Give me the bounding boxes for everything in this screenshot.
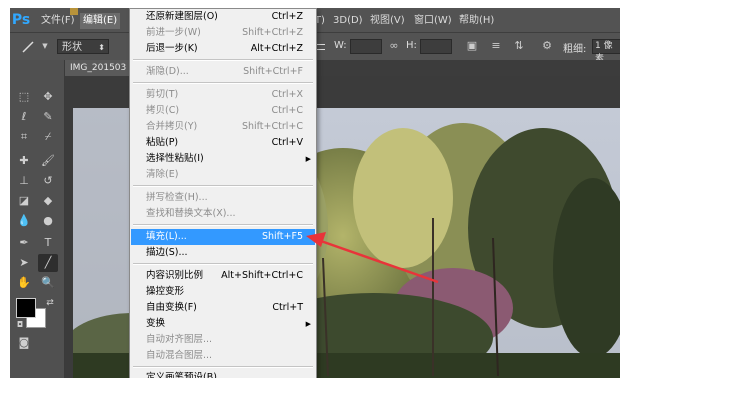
annotation-arrow: [306, 232, 439, 284]
